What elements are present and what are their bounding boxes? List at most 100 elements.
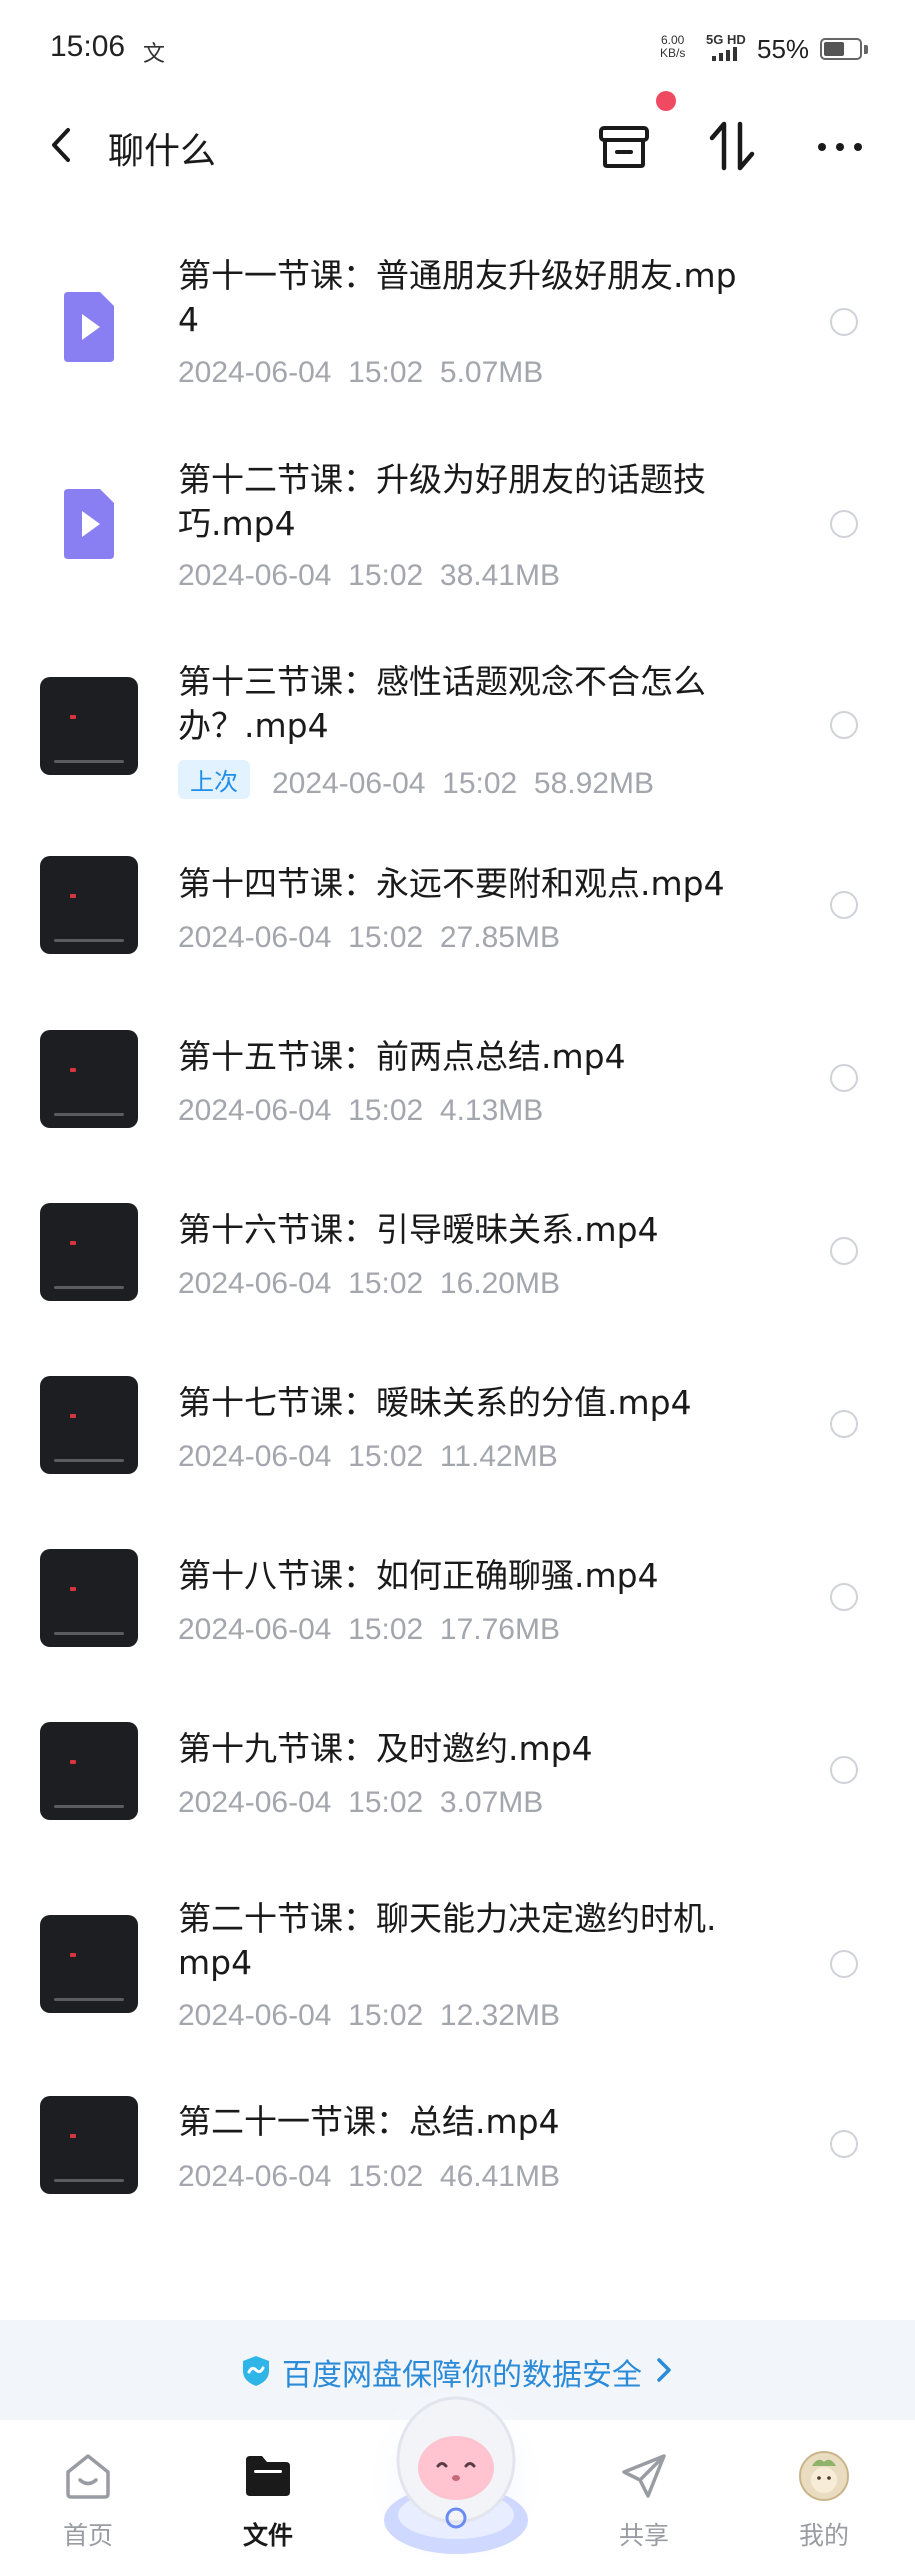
file-size: 58.92MB — [533, 767, 654, 800]
file-size: 4.13MB — [439, 1094, 544, 1127]
status-time: 15:06 — [50, 30, 126, 63]
nav-home[interactable]: 首页 — [18, 2420, 158, 2560]
send-icon — [622, 2454, 666, 2498]
video-thumbnail — [40, 2096, 138, 2194]
last-played-badge: 上次 — [178, 760, 250, 799]
nav-files[interactable]: 文件 — [198, 2420, 338, 2560]
video-thumbnail — [40, 1549, 138, 1647]
avatar — [799, 2451, 849, 2501]
file-size: 5.07MB — [439, 356, 544, 389]
select-radio[interactable] — [830, 1756, 858, 1784]
chevron-left-icon — [52, 128, 70, 162]
nav-mine[interactable]: 我的 — [754, 2420, 894, 2560]
select-radio[interactable] — [830, 891, 858, 919]
network-speed: 6.00 KB/s — [660, 34, 685, 60]
file-size: 11.42MB — [439, 1440, 558, 1473]
select-radio[interactable] — [830, 510, 858, 538]
video-thumbnail — [40, 677, 138, 775]
notification-icon: 文 — [143, 42, 166, 67]
nav-share[interactable]: 共享 — [574, 2420, 714, 2560]
file-size: 12.32MB — [439, 1999, 560, 2032]
video-thumbnail — [40, 1376, 138, 1474]
page-title: 聊什么 — [108, 131, 217, 172]
file-name: 第十三节课：感性话题观念不合怎么办？.mp4 — [178, 662, 706, 745]
sort-button[interactable] — [700, 114, 764, 178]
file-date: 2024-06-04 — [178, 2160, 332, 2193]
doc-video-icon — [40, 475, 138, 573]
nav-home-label: 首页 — [62, 2521, 113, 2550]
file-size: 16.20MB — [439, 1267, 560, 1300]
file-name: 第十七节课：暧昧关系的分值.mp4 — [178, 1383, 692, 1422]
select-radio[interactable] — [830, 1064, 858, 1092]
battery-icon — [820, 38, 862, 60]
file-date: 2024-06-04 — [178, 559, 332, 592]
file-meta: 2024-06-04 15:02 16.20MB — [178, 1267, 560, 1301]
file-date: 2024-06-04 — [178, 1267, 332, 1300]
file-meta: 上次 2024-06-04 15:02 58.92MB — [178, 760, 654, 801]
file-meta: 2024-06-04 15:02 46.41MB — [178, 2160, 560, 2194]
file-meta: 2024-06-04 15:02 17.76MB — [178, 1613, 560, 1647]
select-radio[interactable] — [830, 2130, 858, 2158]
file-name: 第二十节课：聊天能力决定邀约时机.mp4 — [178, 1899, 717, 1982]
more-dots-icon — [818, 143, 862, 151]
file-size: 46.41MB — [439, 2160, 560, 2193]
more-button[interactable] — [808, 114, 872, 178]
file-time: 15:02 — [348, 356, 424, 389]
file-meta: 2024-06-04 15:02 4.13MB — [178, 1094, 543, 1128]
video-thumbnail — [40, 1915, 138, 2013]
file-meta: 2024-06-04 15:02 5.07MB — [178, 356, 543, 390]
file-name: 第十四节课：永远不要附和观点.mp4 — [178, 864, 725, 903]
file-name: 第十六节课：引导暧昧关系.mp4 — [178, 1210, 659, 1249]
file-time: 15:02 — [348, 921, 424, 954]
file-date: 2024-06-04 — [178, 1094, 332, 1127]
shield-icon — [243, 2356, 269, 2386]
archive-box-icon — [599, 126, 649, 168]
file-date: 2024-06-04 — [178, 1613, 332, 1646]
file-time: 15:02 — [348, 1267, 424, 1300]
file-meta: 2024-06-04 15:02 11.42MB — [178, 1440, 558, 1474]
select-radio[interactable] — [830, 308, 858, 336]
notification-dot — [656, 91, 676, 111]
file-time: 15:02 — [348, 1999, 424, 2032]
file-time: 15:02 — [348, 559, 424, 592]
file-size: 17.76MB — [439, 1613, 560, 1646]
file-name: 第十九节课：及时邀约.mp4 — [178, 1729, 593, 1768]
file-name: 第十五节课：前两点总结.mp4 — [178, 1037, 626, 1076]
header: 聊什么 — [0, 100, 915, 190]
file-time: 15:02 — [348, 2160, 424, 2193]
file-meta: 2024-06-04 15:02 12.32MB — [178, 1999, 560, 2033]
select-radio[interactable] — [830, 1950, 858, 1978]
file-time: 15:02 — [442, 767, 518, 800]
file-date: 2024-06-04 — [272, 767, 426, 800]
file-time: 15:02 — [348, 1440, 424, 1473]
signal-label: 5G HD — [706, 32, 746, 47]
archive-button[interactable] — [592, 114, 656, 178]
select-radio[interactable] — [830, 1237, 858, 1265]
signal-bars-icon — [712, 47, 737, 61]
file-time: 15:02 — [348, 1786, 424, 1819]
file-meta: 2024-06-04 15:02 3.07MB — [178, 1786, 543, 1820]
mascot-assistant-icon[interactable] — [356, 2360, 556, 2560]
nav-share-label: 共享 — [618, 2521, 669, 2550]
file-date: 2024-06-04 — [178, 1999, 332, 2032]
file-date: 2024-06-04 — [178, 921, 332, 954]
select-radio[interactable] — [830, 1583, 858, 1611]
file-name: 第十一节课：普通朋友升级好朋友.mp4 — [178, 256, 737, 339]
nav-mine-label: 我的 — [798, 2521, 849, 2550]
file-name: 第二十一节课：总结.mp4 — [178, 2102, 560, 2141]
video-thumbnail — [40, 1722, 138, 1820]
file-date: 2024-06-04 — [178, 1440, 332, 1473]
status-bar: 15:06 文 6.00 KB/s 5G HD 55% — [0, 0, 915, 100]
select-radio[interactable] — [830, 1410, 858, 1438]
file-size: 27.85MB — [439, 921, 560, 954]
file-date: 2024-06-04 — [178, 356, 332, 389]
back-button[interactable] — [40, 120, 84, 170]
doc-video-icon — [40, 278, 138, 376]
file-time: 15:02 — [348, 1613, 424, 1646]
select-radio[interactable] — [830, 711, 858, 739]
video-thumbnail — [40, 1030, 138, 1128]
file-name: 第十二节课：升级为好朋友的话题技巧.mp4 — [178, 460, 706, 543]
network-speed-unit: KB/s — [660, 46, 686, 60]
file-size: 38.41MB — [439, 559, 560, 592]
home-icon — [66, 2454, 110, 2499]
